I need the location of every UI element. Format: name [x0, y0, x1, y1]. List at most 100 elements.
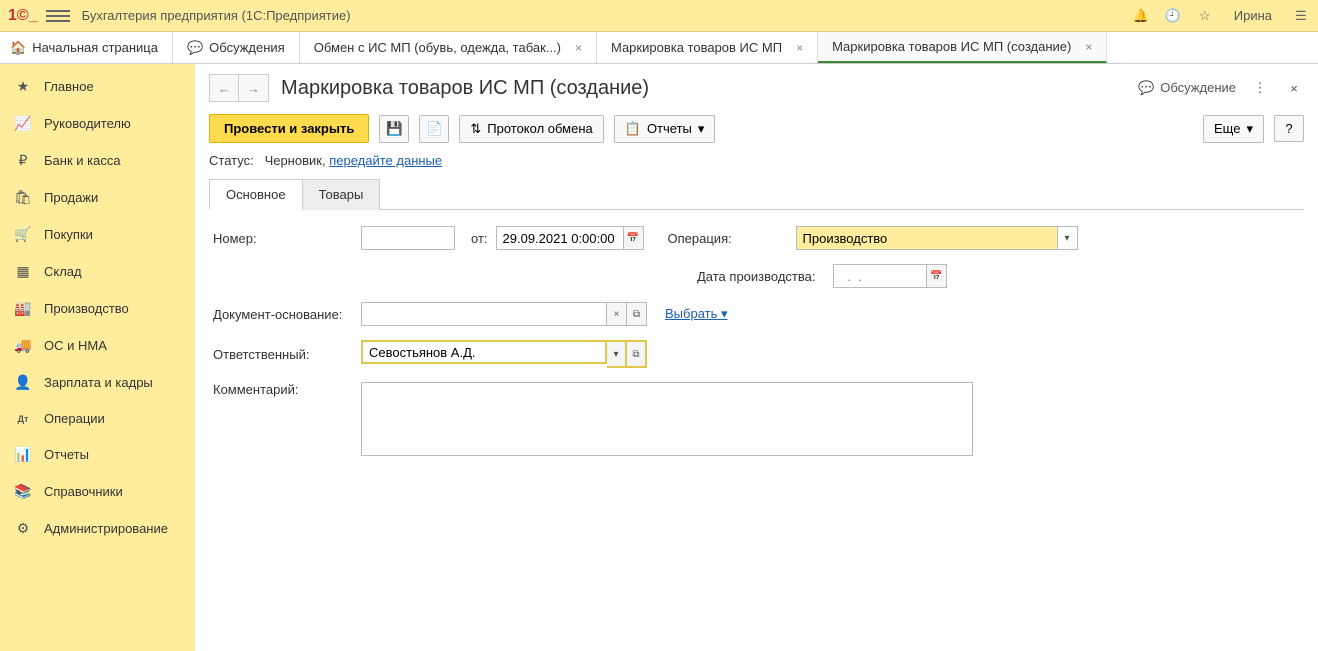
sidebar-item-operations[interactable]: ДтОперации	[0, 401, 195, 436]
tab-discussions[interactable]: 💬 Обсуждения	[173, 32, 300, 63]
post-button[interactable]: 📄	[419, 115, 449, 143]
open-icon[interactable]: ⧉	[627, 302, 647, 326]
save-button[interactable]: 💾	[379, 115, 409, 143]
sidebar-item-production[interactable]: 🏭Производство	[0, 290, 195, 327]
sidebar-item-manager[interactable]: 📈Руководителю	[0, 105, 195, 142]
sidebar-item-bank[interactable]: ₽ Банк и касса	[0, 142, 195, 179]
date-input[interactable]	[496, 226, 624, 250]
star-icon: ★	[14, 78, 32, 95]
app-title: Бухгалтерия предприятия (1С:Предприятие)	[82, 8, 1132, 23]
help-button[interactable]: ?	[1274, 115, 1304, 142]
sidebar-item-reports[interactable]: 📊Отчеты	[0, 436, 195, 473]
reports-button[interactable]: 📋Отчеты▾	[614, 115, 716, 143]
close-icon[interactable]: ×	[796, 41, 803, 55]
number-input[interactable]	[361, 226, 455, 250]
doc-base-input[interactable]	[361, 302, 607, 326]
from-label: от:	[471, 231, 488, 246]
responsible-input[interactable]	[361, 340, 607, 364]
status-link[interactable]: передайте данные	[329, 153, 442, 168]
gear-icon: ⚙	[14, 520, 32, 537]
sidebar-item-warehouse[interactable]: ▦ Склад	[0, 253, 195, 290]
grid-icon: ▦	[14, 263, 32, 280]
books-icon: 📚	[14, 483, 32, 500]
sidebar-label: Главное	[44, 79, 94, 94]
menu-icon[interactable]	[46, 4, 70, 28]
sidebar-item-admin[interactable]: ⚙Администрирование	[0, 510, 195, 547]
report-icon: 📋	[625, 121, 641, 137]
more-label: Еще	[1214, 121, 1240, 136]
sidebar-item-main[interactable]: ★ Главное	[0, 68, 195, 105]
toolbar: Провести и закрыть 💾 📄 ⇅Протокол обмена …	[209, 114, 1304, 143]
titlebar-icons: 🔔 🕘 ☆ Ирина ☰	[1132, 7, 1310, 25]
logo-1c: 1©_	[8, 7, 38, 25]
comment-textarea[interactable]	[361, 382, 973, 456]
protocol-button[interactable]: ⇅Протокол обмена	[459, 115, 603, 143]
chevron-down-icon[interactable]: ▾	[607, 340, 627, 368]
sidebar-item-catalogs[interactable]: 📚Справочники	[0, 473, 195, 510]
post-close-button[interactable]: Провести и закрыть	[209, 114, 369, 143]
sidebar-label: ОС и НМА	[44, 338, 107, 353]
operation-label: Операция:	[668, 231, 788, 246]
settings-icon[interactable]: ☰	[1292, 7, 1310, 25]
person-icon: 👤	[14, 374, 32, 391]
truck-icon: 🚚	[14, 337, 32, 354]
sidebar-label: Склад	[44, 264, 82, 279]
history-icon[interactable]: 🕘	[1164, 7, 1182, 25]
dt-icon: Дт	[14, 414, 32, 424]
chevron-down-icon: ▾	[1246, 121, 1253, 137]
status-row: Статус: Черновик, передайте данные	[209, 153, 1304, 168]
tabbar: 🏠 Начальная страница 💬 Обсуждения Обмен …	[0, 32, 1318, 64]
back-button[interactable]: ←	[209, 74, 239, 102]
prod-date-label: Дата производства:	[697, 269, 825, 284]
chevron-down-icon[interactable]: ▾	[1058, 226, 1078, 250]
close-icon[interactable]: ×	[1085, 40, 1092, 54]
discussion-label: Обсуждение	[1160, 80, 1236, 96]
reports-label: Отчеты	[647, 121, 692, 136]
close-icon[interactable]: ×	[575, 41, 582, 55]
tab-label: Обсуждения	[209, 40, 285, 55]
select-link[interactable]: Выбрать ▾	[665, 306, 728, 321]
home-icon: 🏠	[10, 40, 26, 56]
discussion-button[interactable]: 💬Обсуждение	[1138, 80, 1236, 96]
select-link-label: Выбрать	[665, 306, 717, 321]
doc-base-label: Документ-основание:	[213, 307, 353, 322]
open-icon[interactable]: ⧉	[627, 340, 647, 368]
forward-button[interactable]: →	[239, 74, 269, 102]
user-name[interactable]: Ирина	[1234, 8, 1272, 23]
content-header: ← → Маркировка товаров ИС МП (создание) …	[209, 74, 1304, 102]
status-label: Статус:	[209, 153, 254, 168]
tab-main[interactable]: Основное	[209, 179, 303, 210]
sidebar: ★ Главное 📈Руководителю ₽ Банк и касса 🛍 Пр…	[0, 64, 195, 651]
tab-marking-create[interactable]: Маркировка товаров ИС МП (создание) ×	[818, 32, 1107, 63]
bars-icon: 📊	[14, 446, 32, 463]
chat-icon: 💬	[187, 40, 203, 56]
clear-icon[interactable]: ×	[607, 302, 627, 326]
number-label: Номер:	[213, 231, 353, 246]
bag-icon: 🛍	[14, 189, 32, 206]
sidebar-item-purchases[interactable]: 🛒Покупки	[0, 216, 195, 253]
bell-icon[interactable]: 🔔	[1132, 7, 1150, 25]
tab-home[interactable]: 🏠 Начальная страница	[0, 32, 173, 63]
sidebar-label: Банк и касса	[44, 153, 121, 168]
star-icon[interactable]: ☆	[1196, 7, 1214, 25]
form: Номер: от: 📅 Операция: ▾ Дата производст…	[209, 226, 1304, 470]
sidebar-item-salary[interactable]: 👤Зарплата и кадры	[0, 364, 195, 401]
more-button[interactable]: Еще ▾	[1203, 115, 1264, 143]
prod-date-input[interactable]	[833, 264, 927, 288]
calendar-icon[interactable]: 📅	[927, 264, 947, 288]
sidebar-label: Руководителю	[44, 116, 131, 131]
sidebar-item-assets[interactable]: 🚚 ОС и НМА	[0, 327, 195, 364]
sidebar-label: Продажи	[44, 190, 98, 205]
sidebar-item-sales[interactable]: 🛍 Продажи	[0, 179, 195, 216]
tab-label: Маркировка товаров ИС МП (создание)	[832, 39, 1071, 54]
ruble-icon: ₽	[14, 152, 32, 169]
tab-home-label: Начальная страница	[32, 40, 158, 55]
tab-exchange[interactable]: Обмен с ИС МП (обувь, одежда, табак...) …	[300, 32, 597, 63]
close-icon[interactable]: ×	[1284, 78, 1304, 98]
inner-tabs: Основное Товары	[209, 178, 1304, 210]
more-icon[interactable]: ⋮	[1250, 78, 1270, 98]
tab-goods[interactable]: Товары	[302, 179, 381, 210]
calendar-icon[interactable]: 📅	[624, 226, 644, 250]
operation-select[interactable]	[796, 226, 1058, 250]
tab-marking-1[interactable]: Маркировка товаров ИС МП ×	[597, 32, 818, 63]
